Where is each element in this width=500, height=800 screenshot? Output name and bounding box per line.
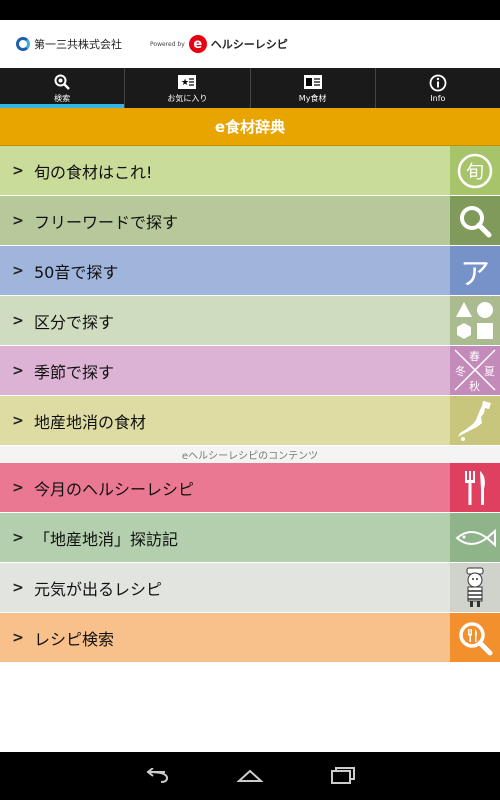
contents-menu: > 今月のヘルシーレシピ > 「地産地消」探訪記 > 元気が出るレシピ > レシ…	[0, 463, 500, 663]
japan-map-icon	[450, 396, 500, 445]
shapes-icon	[450, 296, 500, 345]
chevron-right-icon: >	[12, 629, 24, 646]
system-navigation-bar	[0, 752, 500, 800]
tab-info[interactable]: Info	[376, 68, 500, 108]
menu-item-seasonal[interactable]: > 旬の食材はこれ! 旬	[0, 146, 500, 196]
menu-item-label: 「地産地消」探訪記	[34, 529, 179, 549]
season-winter: 冬	[455, 365, 466, 378]
chevron-right-icon: >	[12, 162, 24, 179]
seasonal-icon: 旬	[450, 146, 500, 195]
menu-item-monthly-recipe[interactable]: > 今月のヘルシーレシピ	[0, 463, 500, 513]
tab-search[interactable]: 検索	[0, 68, 126, 108]
menu-item-label: 季節で探す	[34, 362, 115, 382]
menu-item-recipe-search[interactable]: > レシピ検索	[0, 613, 500, 663]
seasonal-icon-char: 旬	[466, 162, 484, 183]
ingredient-dictionary-menu: > 旬の食材はこれ! 旬 > フリーワードで探す > 50音で探す ア > 区分…	[0, 146, 500, 446]
menu-item-season[interactable]: > 季節で探す 春 夏 冬 秋	[0, 346, 500, 396]
tab-favorites[interactable]: ★ お気に入り	[125, 68, 251, 108]
tab-bar: 検索 ★ お気に入り My食材 Info	[0, 68, 500, 108]
four-seasons-icon: 春 夏 冬 秋	[450, 346, 500, 395]
company-name: 第一三共株式会社	[34, 38, 122, 51]
tab-search-label: 検索	[54, 93, 71, 103]
healthy-recipe-logo: Powered by e ヘルシーレシピ	[150, 35, 288, 53]
menu-item-energy-recipe[interactable]: > 元気が出るレシピ	[0, 563, 500, 613]
recent-apps-button[interactable]	[323, 761, 363, 791]
chevron-right-icon: >	[12, 579, 24, 596]
chevron-right-icon: >	[12, 312, 24, 329]
magnifier-icon	[450, 196, 500, 245]
info-icon	[429, 74, 447, 92]
season-spring: 春	[469, 350, 480, 363]
my-ingredient-icon	[303, 73, 323, 91]
fish-icon	[450, 513, 500, 562]
chevron-right-icon: >	[12, 412, 24, 429]
daiichi-sankyo-logo: 第一三共株式会社	[16, 36, 122, 52]
katakana-a-char: ア	[460, 256, 490, 292]
tab-info-label: Info	[430, 93, 446, 103]
powered-by-text: Powered by	[150, 40, 185, 48]
menu-item-syllabary[interactable]: > 50音で探す ア	[0, 246, 500, 296]
chevron-right-icon: >	[12, 212, 24, 229]
tab-favorites-label: お気に入り	[167, 93, 208, 103]
divider-text: eヘルシーレシピのコンテンツ	[181, 451, 319, 462]
menu-item-label: 今月のヘルシーレシピ	[34, 479, 195, 499]
menu-item-local-produce[interactable]: > 地産地消の食材	[0, 396, 500, 446]
season-autumn: 秋	[469, 380, 480, 393]
menu-item-free-word[interactable]: > フリーワードで探す	[0, 196, 500, 246]
menu-item-category[interactable]: > 区分で探す	[0, 296, 500, 346]
chevron-right-icon: >	[12, 262, 24, 279]
recipe-search-icon	[450, 613, 500, 662]
search-icon	[53, 73, 71, 91]
menu-item-label: レシピ検索	[34, 629, 115, 649]
chevron-right-icon: >	[12, 529, 24, 546]
banner-title: e食材辞典	[214, 118, 286, 136]
brand-e-icon: e	[188, 35, 207, 53]
home-button[interactable]	[230, 761, 270, 791]
menu-item-local-visit[interactable]: > 「地産地消」探訪記	[0, 513, 500, 563]
menu-item-label: 50音で探す	[34, 262, 119, 282]
app-header: 第一三共株式会社 Powered by e ヘルシーレシピ	[0, 20, 500, 68]
favorite-icon: ★	[177, 73, 197, 91]
menu-item-label: 元気が出るレシピ	[34, 579, 163, 599]
mascot-character-icon	[450, 563, 500, 612]
chevron-right-icon: >	[12, 362, 24, 379]
content-section-divider: eヘルシーレシピのコンテンツ	[0, 446, 500, 463]
season-summer: 夏	[484, 365, 495, 378]
tab-my-ingredients[interactable]: My食材	[251, 68, 376, 108]
brand-name: ヘルシーレシピ	[210, 38, 288, 51]
company-logo-icon	[16, 37, 30, 51]
menu-item-label: フリーワードで探す	[34, 212, 179, 232]
svg-text:★: ★	[181, 78, 189, 88]
section-banner: e食材辞典	[0, 108, 500, 146]
status-bar	[0, 0, 500, 20]
menu-item-label: 旬の食材はこれ!	[34, 162, 153, 182]
tab-my-ingredients-label: My食材	[298, 93, 327, 103]
menu-item-label: 地産地消の食材	[34, 412, 147, 432]
fork-knife-icon	[450, 463, 500, 512]
chevron-right-icon: >	[12, 479, 24, 496]
katakana-a-icon: ア	[450, 246, 500, 295]
back-button[interactable]	[137, 761, 177, 791]
menu-item-label: 区分で探す	[34, 312, 115, 332]
